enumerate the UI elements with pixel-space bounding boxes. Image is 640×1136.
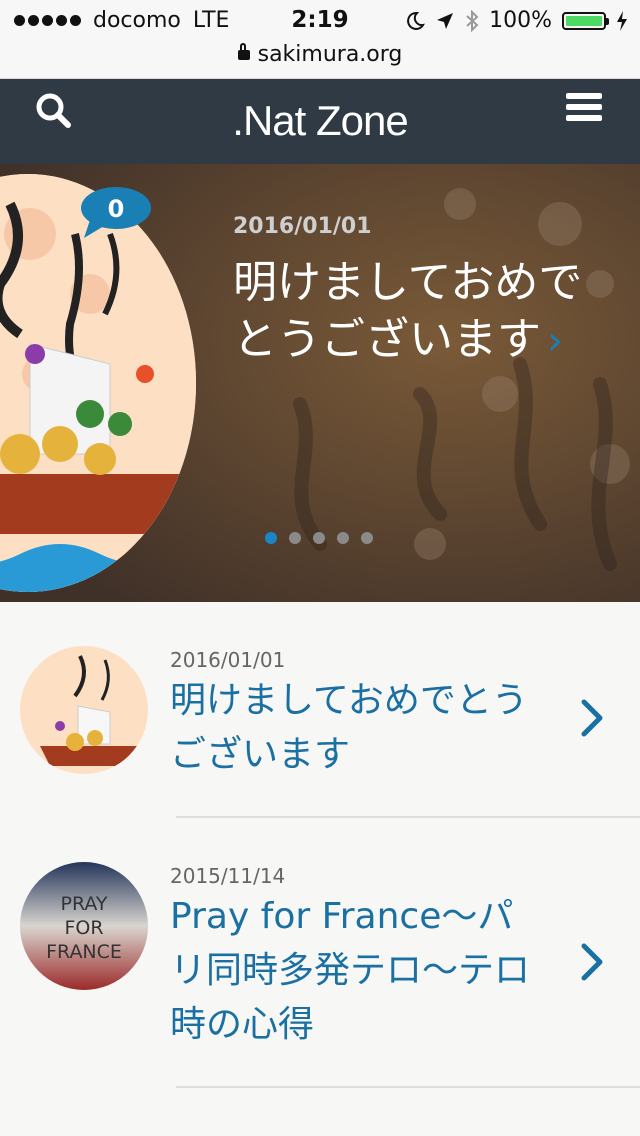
- bluetooth-icon: [466, 9, 479, 32]
- site-logo[interactable]: .Nat Zone: [0, 97, 640, 145]
- hero-date: 2016/01/01: [233, 214, 372, 239]
- location-arrow-icon: [437, 12, 454, 29]
- site-header: .Nat Zone: [0, 79, 640, 164]
- divider: [176, 1086, 640, 1088]
- chevron-right-icon[interactable]: [578, 942, 606, 982]
- status-bar: docomo LTE 2:19 100% sakimura.org: [0, 0, 640, 79]
- address-bar[interactable]: sakimura.org: [0, 42, 640, 67]
- slider-pagination: [265, 532, 373, 544]
- post-list-item[interactable]: PRAY FOR FRANCE 2015/11/14 Pray for Fran…: [0, 818, 640, 1088]
- battery-percent: 100%: [489, 8, 552, 33]
- hero-title-link[interactable]: 明けましておめでとうございます ›: [233, 254, 603, 370]
- pager-dot[interactable]: [265, 532, 277, 544]
- comment-count: 0: [108, 195, 125, 223]
- pray-text: PRAY: [60, 893, 107, 915]
- url-text: sakimura.org: [257, 42, 403, 67]
- charging-icon: [617, 10, 627, 31]
- battery-icon: [562, 11, 609, 30]
- for-text: FOR: [64, 917, 103, 939]
- post-title[interactable]: 明けましておめでとうございます: [170, 674, 540, 782]
- post-title[interactable]: Pray for France〜パリ同時多発テロ〜テロ時の心得: [170, 890, 540, 1052]
- comment-count-badge[interactable]: 0: [80, 186, 152, 238]
- post-date: 2016/01/01: [170, 648, 286, 672]
- moon-icon: [407, 11, 426, 30]
- lock-icon: [237, 43, 250, 60]
- chevron-right-icon[interactable]: [578, 698, 606, 738]
- pager-dot[interactable]: [289, 532, 301, 544]
- post-thumbnail[interactable]: [20, 646, 148, 774]
- status-right: 100%: [405, 8, 628, 33]
- pager-dot[interactable]: [337, 532, 349, 544]
- menu-icon[interactable]: [566, 93, 602, 123]
- france-text: FRANCE: [46, 941, 122, 963]
- chevron-right-icon: ›: [547, 318, 563, 364]
- post-date: 2015/11/14: [170, 864, 286, 888]
- pager-dot[interactable]: [361, 532, 373, 544]
- featured-slider[interactable]: 0 2016/01/01 明けましておめでとうございます ›: [0, 164, 640, 602]
- post-thumbnail[interactable]: PRAY FOR FRANCE: [20, 862, 148, 990]
- post-list-item[interactable]: 2016/01/01 明けましておめでとうございます: [0, 602, 640, 820]
- hero-title: 明けましておめでとうございます: [233, 257, 583, 365]
- pager-dot[interactable]: [313, 532, 325, 544]
